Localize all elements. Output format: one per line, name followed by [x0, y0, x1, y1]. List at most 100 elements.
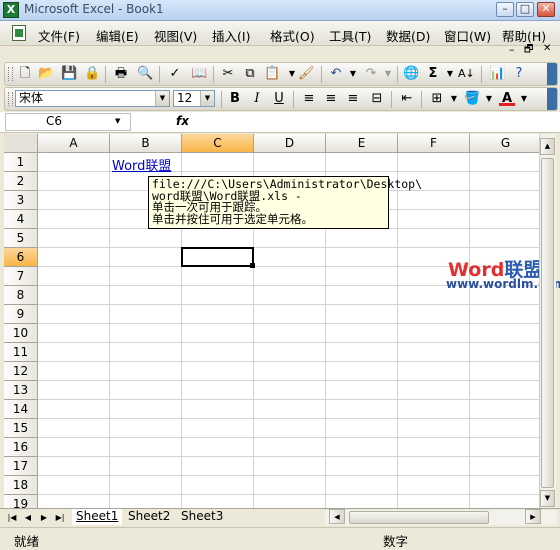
doc-minimize-button-2[interactable]: –: [509, 43, 515, 56]
vertical-scrollbar[interactable]: ▲ ▼: [539, 134, 556, 508]
name-box[interactable]: [5, 113, 131, 131]
column-header-a[interactable]: A: [38, 134, 110, 153]
row-header-2[interactable]: 2: [4, 172, 38, 191]
toolbar-options-icon[interactable]: [547, 63, 557, 85]
research-icon[interactable]: 📖: [191, 66, 207, 82]
row-header-1[interactable]: 1: [4, 153, 38, 172]
row-header-15[interactable]: 15: [4, 419, 38, 438]
column-header-d[interactable]: D: [254, 134, 326, 153]
next-sheet-icon[interactable]: ▶: [38, 511, 50, 524]
align-center-icon[interactable]: ≡: [323, 91, 339, 107]
column-header-e[interactable]: E: [326, 134, 398, 153]
row-header-16[interactable]: 16: [4, 438, 38, 457]
select-all-corner[interactable]: [4, 134, 38, 153]
copy-icon[interactable]: ⧉: [242, 66, 258, 82]
row-header-14[interactable]: 14: [4, 400, 38, 419]
column-header-f[interactable]: F: [398, 134, 470, 153]
spelling-icon[interactable]: ✓: [167, 66, 183, 82]
borders-icon[interactable]: ⊞: [429, 91, 445, 107]
font-size-select[interactable]: 12 ▼: [173, 90, 215, 107]
row-header-4[interactable]: 4: [4, 210, 38, 229]
hyperlink-icon[interactable]: 🌐: [403, 66, 419, 82]
print-icon[interactable]: 🖶: [113, 66, 129, 82]
save-icon[interactable]: 💾: [61, 66, 77, 82]
cut-icon[interactable]: ✂: [220, 66, 236, 82]
row-header-5[interactable]: 5: [4, 229, 38, 248]
row-header-3[interactable]: 3: [4, 191, 38, 210]
chart-wizard-icon[interactable]: 📊: [489, 66, 505, 82]
maximize-button[interactable]: □: [516, 2, 534, 17]
chevron-down-icon[interactable]: ▼: [200, 91, 214, 106]
format-painter-icon[interactable]: 🖌: [298, 66, 315, 82]
align-right-icon[interactable]: ≡: [345, 91, 361, 107]
excel-app-icon[interactable]: X: [3, 2, 19, 18]
sheet-tab-sheet3[interactable]: Sheet3: [177, 509, 227, 525]
horizontal-scroll-thumb[interactable]: [349, 511, 489, 524]
row-header-18[interactable]: 18: [4, 476, 38, 495]
align-left-icon[interactable]: ≡: [301, 91, 317, 107]
font-name-select[interactable]: 宋体 ▼: [15, 90, 170, 107]
tab-split-icon[interactable]: [235, 509, 247, 525]
toolbar-grip[interactable]: [8, 67, 13, 81]
fill-handle[interactable]: [250, 263, 255, 268]
decrease-indent-icon[interactable]: ⇤: [399, 91, 415, 107]
cell-b1-hyperlink[interactable]: Word联盟: [112, 155, 171, 174]
menu-edit[interactable]: 编辑(E): [96, 26, 139, 45]
column-header-g[interactable]: G: [470, 134, 539, 153]
borders-dropdown-icon[interactable]: ▼: [446, 91, 462, 107]
menu-format[interactable]: 格式(O): [270, 26, 315, 45]
scroll-right-icon[interactable]: ▶: [525, 509, 541, 524]
paste-icon[interactable]: 📋: [264, 66, 280, 82]
underline-button[interactable]: U: [271, 91, 287, 107]
font-color-icon[interactable]: A: [499, 91, 515, 106]
row-header-9[interactable]: 9: [4, 305, 38, 324]
help-icon[interactable]: ?: [511, 66, 527, 82]
insert-function-icon[interactable]: fx: [176, 114, 189, 128]
first-sheet-icon[interactable]: |◀: [6, 511, 18, 524]
font-color-dropdown-icon[interactable]: ▼: [516, 91, 532, 107]
undo-icon[interactable]: ↶: [328, 66, 344, 82]
menu-tools[interactable]: 工具(T): [329, 26, 371, 45]
doc-restore-button[interactable]: 🗗: [524, 42, 533, 59]
vertical-scroll-thumb[interactable]: [541, 158, 554, 488]
row-header-10[interactable]: 10: [4, 324, 38, 343]
workbook-icon[interactable]: [12, 25, 26, 41]
print-preview-icon[interactable]: 🔍: [137, 66, 153, 82]
active-cell-c6[interactable]: [181, 247, 254, 267]
sheet-tab-sheet1[interactable]: Sheet1: [72, 509, 123, 525]
row-header-17[interactable]: 17: [4, 457, 38, 476]
prev-sheet-icon[interactable]: ◀: [22, 511, 34, 524]
row-header-7[interactable]: 7: [4, 267, 38, 286]
row-header-13[interactable]: 13: [4, 381, 38, 400]
chevron-down-icon[interactable]: ▼: [155, 91, 169, 106]
menu-view[interactable]: 视图(V): [154, 26, 197, 45]
doc-close-button[interactable]: ✕: [543, 43, 551, 54]
bold-button[interactable]: B: [227, 91, 243, 107]
new-file-icon[interactable]: 🗋: [17, 66, 33, 82]
formula-input[interactable]: [194, 113, 556, 131]
autosum-icon[interactable]: Σ: [425, 66, 441, 82]
italic-button[interactable]: I: [249, 91, 265, 107]
toolbar-grip[interactable]: [8, 92, 13, 106]
fill-color-dropdown-icon[interactable]: ▼: [481, 91, 497, 107]
menu-insert[interactable]: 插入(I): [212, 26, 250, 45]
open-folder-icon[interactable]: 📂: [38, 66, 54, 82]
column-header-c[interactable]: C: [182, 134, 254, 153]
permission-icon[interactable]: 🔒: [84, 66, 100, 82]
last-sheet-icon[interactable]: ▶|: [54, 511, 66, 524]
column-header-b[interactable]: B: [110, 134, 182, 153]
toolbar-options-icon[interactable]: [547, 88, 557, 110]
autosum-dropdown-icon[interactable]: ▼: [442, 66, 458, 82]
scroll-up-icon[interactable]: ▲: [540, 138, 555, 155]
chevron-down-icon[interactable]: ▼: [115, 117, 120, 125]
merge-center-icon[interactable]: ⊟: [369, 91, 385, 107]
row-header-8[interactable]: 8: [4, 286, 38, 305]
sheet-tab-sheet2[interactable]: Sheet2: [124, 509, 174, 525]
scroll-down-icon[interactable]: ▼: [540, 490, 555, 507]
menu-file[interactable]: 文件(F): [38, 26, 80, 45]
row-header-6[interactable]: 6: [4, 248, 38, 267]
horizontal-scrollbar[interactable]: ◀ ▶: [325, 509, 557, 525]
scroll-left-icon[interactable]: ◀: [329, 509, 345, 524]
row-header-19[interactable]: 19: [4, 495, 38, 508]
menu-data[interactable]: 数据(D): [386, 26, 430, 45]
